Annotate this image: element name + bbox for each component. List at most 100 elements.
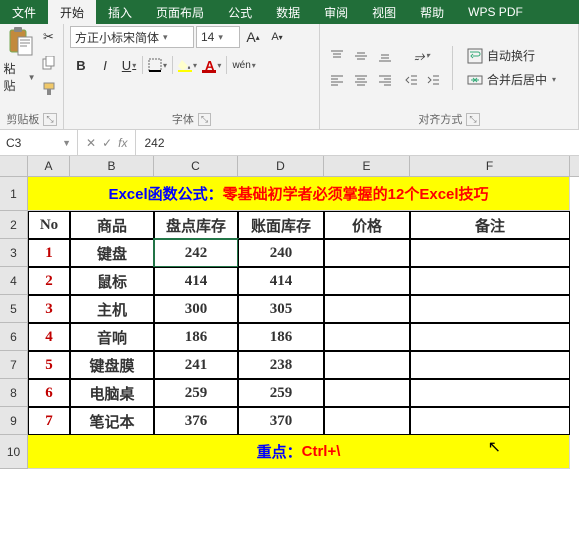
cell-price[interactable] — [324, 351, 410, 379]
decrease-font-icon[interactable]: A▾ — [266, 26, 288, 48]
copy-icon[interactable] — [38, 52, 60, 74]
tab-WPS PDF[interactable]: WPS PDF — [456, 0, 535, 24]
paste-button[interactable]: 粘贴▼ — [4, 60, 36, 94]
header-cell[interactable]: 价格 — [324, 211, 410, 239]
col-header[interactable]: C — [154, 156, 238, 176]
col-header[interactable]: B — [70, 156, 154, 176]
underline-button[interactable]: U▾ — [118, 54, 140, 76]
cell-price[interactable] — [324, 379, 410, 407]
row-header[interactable]: 8 — [0, 379, 28, 407]
row-header[interactable]: 3 — [0, 239, 28, 267]
name-box[interactable]: C3▼ — [0, 130, 78, 155]
cell-book-count[interactable]: 238 — [238, 351, 324, 379]
align-left-icon[interactable] — [326, 69, 348, 91]
tab-页面布局[interactable]: 页面布局 — [144, 0, 216, 24]
cell-price[interactable] — [324, 323, 410, 351]
col-header[interactable]: E — [324, 156, 410, 176]
cell-book-count[interactable]: 259 — [238, 379, 324, 407]
paste-icon[interactable] — [4, 26, 36, 58]
align-right-icon[interactable] — [374, 69, 396, 91]
align-top-icon[interactable] — [326, 45, 348, 67]
cell-no[interactable]: 5 — [28, 351, 70, 379]
cell-no[interactable]: 7 — [28, 407, 70, 435]
cell-book-count[interactable]: 240 — [238, 239, 324, 267]
cell-no[interactable]: 3 — [28, 295, 70, 323]
italic-button[interactable]: I — [94, 54, 116, 76]
cell-remark[interactable] — [410, 351, 570, 379]
border-icon[interactable]: ▾ — [145, 54, 170, 76]
phonetic-icon[interactable]: wén▾ — [229, 54, 258, 76]
row-header[interactable]: 9 — [0, 407, 28, 435]
cell-stock-count[interactable]: 259 — [154, 379, 238, 407]
font-name-combo[interactable]: 方正小标宋简体▾ — [70, 26, 194, 48]
formula-input[interactable]: 242 — [136, 130, 579, 155]
cell-product[interactable]: 鼠标 — [70, 267, 154, 295]
cell-no[interactable]: 2 — [28, 267, 70, 295]
cell-remark[interactable] — [410, 267, 570, 295]
col-header[interactable]: F — [410, 156, 570, 176]
cell-stock-count[interactable]: 241 — [154, 351, 238, 379]
align-middle-icon[interactable] — [350, 45, 372, 67]
select-all-corner[interactable] — [0, 156, 28, 176]
cell-stock-count[interactable]: 414 — [154, 267, 238, 295]
row-header[interactable]: 4 — [0, 267, 28, 295]
tab-数据[interactable]: 数据 — [264, 0, 312, 24]
row-header[interactable]: 5 — [0, 295, 28, 323]
fill-color-icon[interactable]: ▾ — [175, 54, 200, 76]
cell-book-count[interactable]: 186 — [238, 323, 324, 351]
cell-stock-count[interactable]: 300 — [154, 295, 238, 323]
cell-price[interactable] — [324, 407, 410, 435]
font-launcher-icon[interactable]: ⤡ — [198, 113, 211, 126]
cell-price[interactable] — [324, 295, 410, 323]
cell-price[interactable] — [324, 267, 410, 295]
cell-product[interactable]: 音响 — [70, 323, 154, 351]
cut-icon[interactable]: ✂ — [38, 26, 60, 48]
header-cell[interactable]: 盘点库存 — [154, 211, 238, 239]
cell-product[interactable]: 主机 — [70, 295, 154, 323]
cell-product[interactable]: 电脑桌 — [70, 379, 154, 407]
tab-视图[interactable]: 视图 — [360, 0, 408, 24]
cell-stock-count[interactable]: 242 — [154, 239, 238, 267]
tab-审阅[interactable]: 审阅 — [312, 0, 360, 24]
cancel-icon[interactable]: ✕ — [86, 136, 96, 150]
cell-product[interactable]: 键盘膜 — [70, 351, 154, 379]
increase-indent-icon[interactable] — [422, 69, 444, 91]
cell-no[interactable]: 6 — [28, 379, 70, 407]
merge-center-button[interactable]: 合并后居中▾ — [461, 69, 562, 91]
row-header[interactable]: 2 — [0, 211, 28, 239]
row-header[interactable]: 7 — [0, 351, 28, 379]
cell-remark[interactable] — [410, 295, 570, 323]
increase-font-icon[interactable]: A▴ — [242, 26, 264, 48]
tab-开始[interactable]: 开始 — [48, 0, 96, 24]
cell-book-count[interactable]: 370 — [238, 407, 324, 435]
row-header[interactable]: 6 — [0, 323, 28, 351]
row-header[interactable]: 10 — [0, 435, 28, 469]
cell-no[interactable]: 1 — [28, 239, 70, 267]
col-header[interactable]: D — [238, 156, 324, 176]
decrease-indent-icon[interactable] — [400, 69, 422, 91]
orientation-icon[interactable]: ⥴▾ — [400, 45, 444, 67]
tab-公式[interactable]: 公式 — [216, 0, 264, 24]
align-bottom-icon[interactable] — [374, 45, 396, 67]
bold-button[interactable]: B — [70, 54, 92, 76]
cell-no[interactable]: 4 — [28, 323, 70, 351]
cell-stock-count[interactable]: 376 — [154, 407, 238, 435]
cell-product[interactable]: 笔记本 — [70, 407, 154, 435]
align-launcher-icon[interactable]: ⤡ — [466, 113, 479, 126]
cell-remark[interactable] — [410, 323, 570, 351]
header-cell[interactable]: 商品 — [70, 211, 154, 239]
cell-remark[interactable] — [410, 239, 570, 267]
cell-remark[interactable] — [410, 379, 570, 407]
align-center-icon[interactable] — [350, 69, 372, 91]
row-header[interactable]: 1 — [0, 177, 28, 211]
title-cell[interactable]: Excel函数公式：零基础初学者必须掌握的12个Excel技巧 — [28, 177, 570, 211]
tab-插入[interactable]: 插入 — [96, 0, 144, 24]
col-header[interactable]: A — [28, 156, 70, 176]
font-color-icon[interactable]: A▾ — [202, 54, 224, 76]
tab-文件[interactable]: 文件 — [0, 0, 48, 24]
font-size-combo[interactable]: 14▾ — [196, 26, 240, 48]
enter-icon[interactable]: ✓ — [102, 136, 112, 150]
fx-icon[interactable]: fx — [118, 136, 127, 150]
cell-book-count[interactable]: 305 — [238, 295, 324, 323]
cell-product[interactable]: 键盘 — [70, 239, 154, 267]
